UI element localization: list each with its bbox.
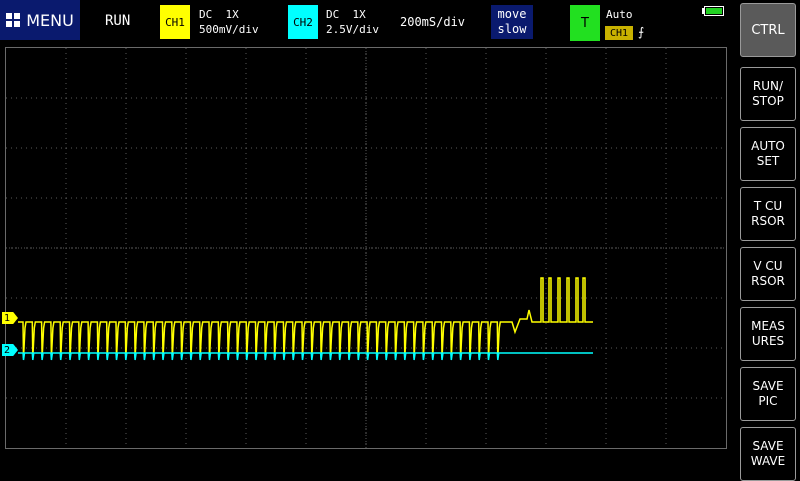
ch1-tag[interactable]: CH1 bbox=[160, 5, 190, 39]
ch2-settings[interactable]: DC 1X 2.5V/div bbox=[326, 7, 379, 37]
menu-button[interactable]: MENU bbox=[0, 0, 80, 40]
ch1-settings[interactable]: DC 1X 500mV/div bbox=[199, 7, 259, 37]
t-cursor-button[interactable]: T CU RSOR bbox=[740, 187, 796, 241]
timebase[interactable]: 200mS/div bbox=[400, 15, 465, 29]
measures-button[interactable]: MEAS URES bbox=[740, 307, 796, 361]
grid-menu-icon bbox=[6, 13, 21, 27]
save-pic-button[interactable]: SAVE PIC bbox=[740, 367, 796, 421]
v-cursor-button[interactable]: V CU RSOR bbox=[740, 247, 796, 301]
ctrl-button[interactable]: CTRL bbox=[740, 3, 796, 57]
trigger-tag[interactable]: T bbox=[570, 5, 600, 41]
waveform-canvas bbox=[6, 48, 726, 448]
move-label: move bbox=[497, 7, 527, 21]
ch2-tag[interactable]: CH2 bbox=[288, 5, 318, 39]
run-status[interactable]: RUN bbox=[105, 13, 130, 29]
auto-set-button[interactable]: AUTO SET bbox=[740, 127, 796, 181]
ch1-coupling: DC 1X bbox=[199, 8, 239, 21]
run-stop-button[interactable]: RUN/ STOP bbox=[740, 67, 796, 121]
menu-label: MENU bbox=[26, 10, 74, 30]
side-panel: CTRL RUN/ STOP AUTO SET T CU RSOR V CU R… bbox=[736, 0, 800, 481]
waveform-display[interactable] bbox=[5, 47, 727, 449]
rising-edge-icon: ⨍ bbox=[638, 25, 645, 39]
ch2-scale: 2.5V/div bbox=[326, 23, 379, 36]
save-wave-button[interactable]: SAVE WAVE bbox=[740, 427, 796, 481]
battery-icon bbox=[704, 6, 724, 16]
trigger-source[interactable]: CH1 bbox=[605, 26, 633, 40]
ch2-coupling: DC 1X bbox=[326, 8, 366, 21]
move-speed: slow bbox=[497, 22, 527, 36]
ch1-scale: 500mV/div bbox=[199, 23, 259, 36]
trigger-mode[interactable]: Auto bbox=[606, 8, 633, 21]
status-bar: MENU RUN CH1 DC 1X 500mV/div CH2 DC 1X 2… bbox=[0, 0, 730, 44]
move-speed-button[interactable]: move slow bbox=[491, 5, 533, 39]
